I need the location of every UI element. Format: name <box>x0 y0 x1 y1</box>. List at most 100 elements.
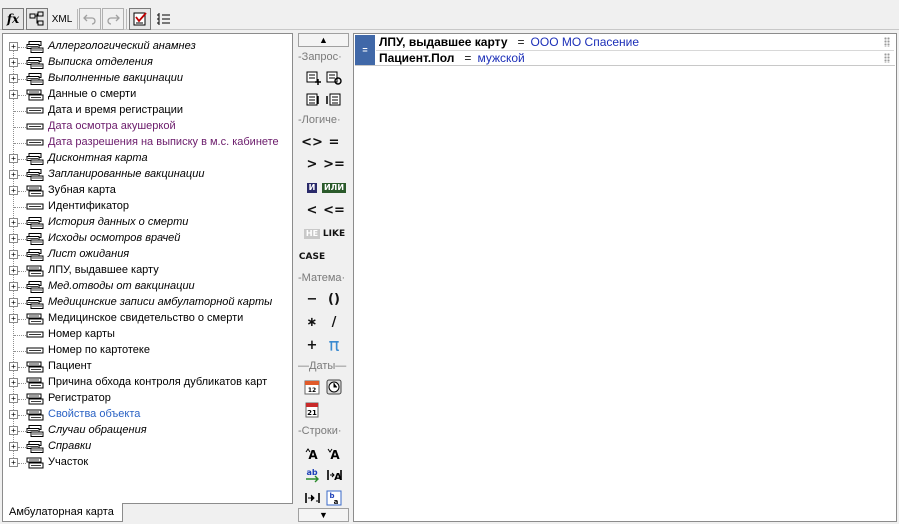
pi-constant[interactable]: π <box>324 335 344 356</box>
palette-scroll-down-button[interactable]: ▼ <box>298 508 349 522</box>
tree-item[interactable]: + Запланированные вакцинации <box>3 167 292 183</box>
tree-item[interactable]: + Справки <box>3 439 292 455</box>
condition-operator[interactable]: = <box>518 35 525 49</box>
plus-operator[interactable]: + <box>302 336 322 354</box>
subquery-icon[interactable] <box>304 91 324 109</box>
not-equal-operator[interactable]: <> <box>301 133 323 151</box>
tree-item[interactable]: Идентификатор <box>3 199 292 215</box>
expand-icon[interactable]: + <box>9 170 18 179</box>
expand-icon[interactable]: + <box>9 90 18 99</box>
calendar-icon[interactable]: 12 <box>302 378 322 396</box>
expand-icon[interactable]: + <box>9 442 18 451</box>
drag-grip-icon[interactable] <box>884 53 890 63</box>
and-operator[interactable]: И <box>302 179 322 197</box>
tree-view-button[interactable] <box>26 8 48 30</box>
expand-icon[interactable]: + <box>9 266 18 275</box>
tree-item[interactable]: + Свойства объекта <box>3 407 292 423</box>
like-operator[interactable]: LIKE <box>323 225 345 243</box>
expand-icon[interactable]: + <box>9 362 18 371</box>
search-condition-icon[interactable] <box>324 69 344 87</box>
expand-icon[interactable]: + <box>9 218 18 227</box>
tree-item[interactable]: + Причина обхода контроля дубликатов карт <box>3 375 292 391</box>
condition-operator[interactable]: = <box>464 51 471 65</box>
parentheses-operator[interactable]: () <box>324 290 344 308</box>
tree-item[interactable]: + Дисконтная карта <box>3 151 292 167</box>
condition-row[interactable]: ЛПУ, выдавшее карту = ООО МО Спасение <box>376 34 894 50</box>
expand-icon[interactable]: + <box>9 154 18 163</box>
expand-icon[interactable]: + <box>9 42 18 51</box>
or-operator[interactable]: ИЛИ <box>321 179 347 197</box>
add-condition-icon[interactable] <box>304 69 324 87</box>
clock-icon[interactable] <box>324 378 344 396</box>
tree-item[interactable]: Номер карты <box>3 327 292 343</box>
less-operator[interactable]: < <box>302 201 322 219</box>
expand-icon[interactable]: + <box>9 58 18 67</box>
undo-button[interactable] <box>79 8 101 30</box>
tree-item[interactable]: Дата осмотра акушеркой <box>3 119 292 135</box>
lowercase-icon[interactable]: A <box>324 444 344 462</box>
expand-icon[interactable]: + <box>9 410 18 419</box>
tree-item[interactable]: + Мед.отводы от вакцинации <box>3 279 292 295</box>
tree-item[interactable]: Дата разрешения на выписку в м.с. кабине… <box>3 135 292 151</box>
tree-item[interactable]: Номер по картотеке <box>3 343 292 359</box>
tree-item[interactable]: + Участок <box>3 455 292 471</box>
expand-icon[interactable]: + <box>9 378 18 387</box>
field-tree[interactable]: + Аллергологический анамнез + Выписка отдел… <box>2 33 293 504</box>
tree-item[interactable]: + Аллергологический анамнез <box>3 39 292 55</box>
exists-icon[interactable] <box>324 91 344 109</box>
tree-item[interactable]: + Зубная карта <box>3 183 292 199</box>
replace-text-icon[interactable]: ba <box>324 489 344 507</box>
expand-icon[interactable]: + <box>9 250 18 259</box>
greater-equal-operator[interactable]: >= <box>323 155 345 173</box>
minus-operator[interactable]: − <box>302 290 322 308</box>
tree-item[interactable]: + Выполненные вакцинации <box>3 71 292 87</box>
conditions-panel[interactable]: = ЛПУ, выдавшее карту = ООО МО Спасение … <box>353 33 897 522</box>
condition-row[interactable]: Пациент.Пол = мужской <box>376 50 894 66</box>
tree-item[interactable]: + Данные о смерти <box>3 87 292 103</box>
date-day-icon[interactable]: 21 <box>302 401 322 419</box>
tree-item[interactable]: + Выписка отделения <box>3 55 292 71</box>
divide-operator[interactable]: / <box>324 313 344 331</box>
tab-ambulatory-card[interactable]: Амбулаторная карта <box>2 503 123 522</box>
tree-item[interactable]: Дата и время регистрации <box>3 103 292 119</box>
tree-item[interactable]: + ЛПУ, выдавшее карту <box>3 263 292 279</box>
tree-item[interactable]: + Медицинское свидетельство о смерти <box>3 311 292 327</box>
tree-item[interactable]: + Случаи обращения <box>3 423 292 439</box>
greater-operator[interactable]: > <box>302 155 322 173</box>
equal-operator[interactable]: = <box>324 133 344 151</box>
condition-value[interactable]: ООО МО Спасение <box>531 35 640 49</box>
tree-item[interactable]: + Медицинские записи амбулаторной карты <box>3 295 292 311</box>
check-filter-button[interactable] <box>129 8 151 30</box>
formula-button[interactable]: fx <box>2 8 24 30</box>
expand-icon[interactable]: + <box>9 186 18 195</box>
not-operator[interactable]: НЕ <box>302 225 322 243</box>
expand-icon[interactable]: + <box>9 426 18 435</box>
drag-grip-icon[interactable] <box>884 37 890 47</box>
uppercase-icon[interactable]: A <box>302 444 322 462</box>
redo-button[interactable] <box>102 8 124 30</box>
expand-icon[interactable]: + <box>9 458 18 467</box>
case-operator[interactable]: CASE <box>299 248 325 266</box>
expand-icon[interactable]: + <box>9 74 18 83</box>
multiply-operator[interactable]: ∗ <box>302 313 322 331</box>
tree-item[interactable]: + Лист ожидания <box>3 247 292 263</box>
less-equal-operator[interactable]: <= <box>323 201 345 219</box>
tree-item[interactable]: + Исходы осмотров врачей <box>3 231 292 247</box>
concat-icon[interactable]: ab <box>302 466 322 484</box>
tree-item[interactable]: + Регистратор <box>3 391 292 407</box>
palette-scroll-up-button[interactable]: ▲ <box>298 33 349 47</box>
toolbar-separator <box>77 9 78 29</box>
condition-group-and-marker[interactable]: = <box>355 35 375 65</box>
expand-icon[interactable]: + <box>9 314 18 323</box>
expand-icon[interactable]: + <box>9 394 18 403</box>
expand-icon[interactable]: + <box>9 298 18 307</box>
tree-item[interactable]: + История данных о смерти <box>3 215 292 231</box>
tree-item[interactable]: + Пациент <box>3 359 292 375</box>
xml-button[interactable]: XML <box>50 8 74 30</box>
trim-icon[interactable] <box>302 489 322 507</box>
expand-icon[interactable]: + <box>9 282 18 291</box>
numbered-list-button[interactable] <box>153 8 175 30</box>
condition-value[interactable]: мужской <box>477 51 524 65</box>
substring-icon[interactable]: A <box>324 466 344 484</box>
expand-icon[interactable]: + <box>9 234 18 243</box>
